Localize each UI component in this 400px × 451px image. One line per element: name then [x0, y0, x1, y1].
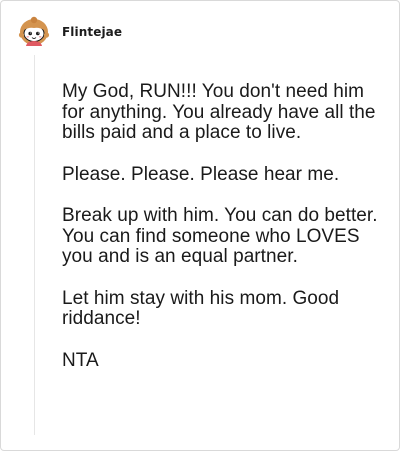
comment-paragraph: Please. Please. Please hear me.: [62, 163, 340, 185]
comment-paragraph: NTA: [62, 349, 99, 371]
thread-line[interactable]: [34, 55, 35, 435]
user-avatar[interactable]: [17, 15, 51, 49]
comment-paragraph: Break up with him. You can do better. Yo…: [62, 205, 378, 267]
comment-paragraph: My God, RUN!!! You don't need him for an…: [62, 81, 376, 143]
comment-card: Flintejae My God, RUN!!! You don't need …: [0, 0, 400, 451]
username-link[interactable]: Flintejae: [62, 25, 122, 39]
comment-paragraph: Let him stay with his mom. Good riddance…: [62, 287, 340, 329]
comment-body: My God, RUN!!! You don't need him for an…: [62, 81, 382, 392]
snoo-avatar-icon: [18, 16, 50, 46]
